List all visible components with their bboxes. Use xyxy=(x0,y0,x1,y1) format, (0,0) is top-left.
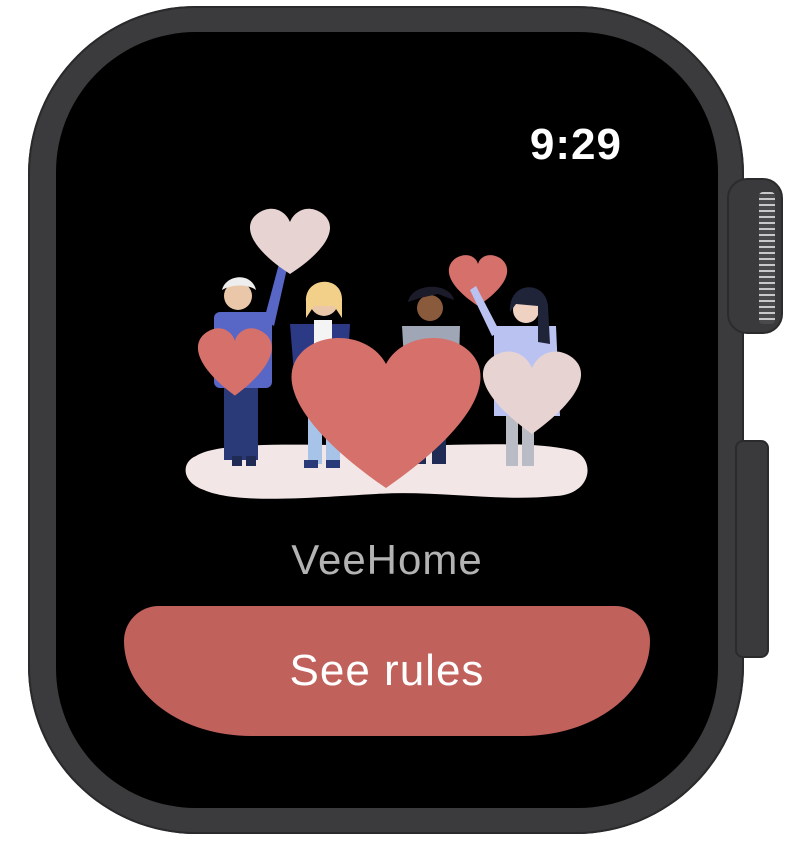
see-rules-label: See rules xyxy=(289,646,485,695)
people-holding-hearts-illustration xyxy=(185,208,588,499)
watch-screen: 9:29 VeeHome See rules xyxy=(56,32,718,808)
app-name: VeeHome xyxy=(291,536,483,583)
device-frame: 9:29 VeeHome See rules xyxy=(0,0,802,852)
status-time: 9:29 xyxy=(529,120,622,169)
side-button[interactable] xyxy=(735,440,769,658)
digital-crown[interactable] xyxy=(727,178,783,334)
see-rules-button[interactable]: See rules xyxy=(124,606,650,736)
heart-top-left xyxy=(250,208,330,274)
crown-ridges xyxy=(759,192,775,324)
